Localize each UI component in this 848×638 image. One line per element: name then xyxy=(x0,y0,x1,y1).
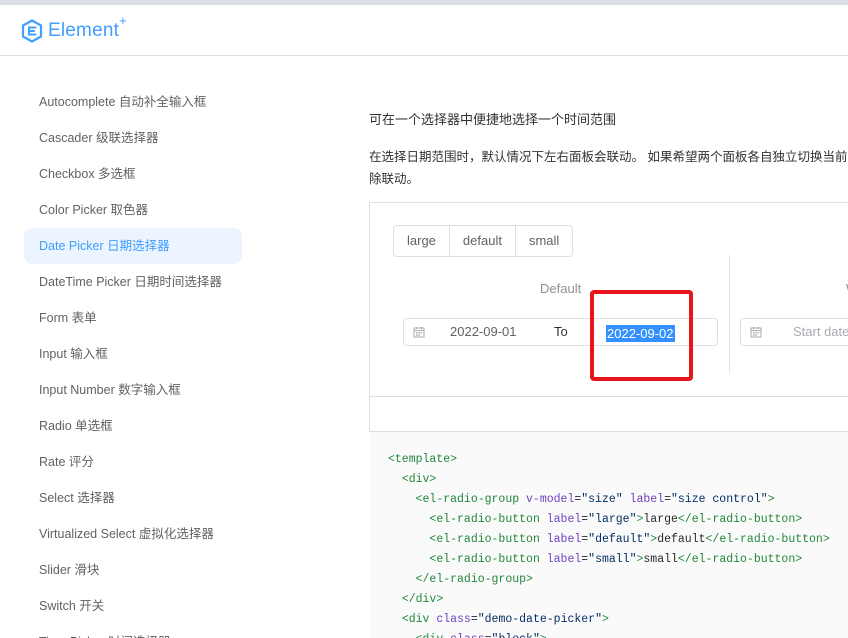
size-radio-large[interactable]: large xyxy=(393,225,450,257)
code-token: = xyxy=(470,613,478,626)
sidebar-item[interactable]: Cascader 级联选择器 xyxy=(24,120,242,156)
sidebar-item[interactable]: Time Picker 时间选择器 xyxy=(24,624,242,638)
sidebar-item[interactable]: Radio 单选框 xyxy=(24,408,242,444)
demo-code-divider xyxy=(370,396,848,397)
code-token: class xyxy=(450,633,485,638)
note-line-2: 除联动。 xyxy=(369,172,420,186)
calendar-icon xyxy=(413,327,425,338)
range-separator: To xyxy=(554,324,568,339)
code-token: label xyxy=(629,493,665,506)
code-token: <div> xyxy=(401,473,437,486)
block-divider xyxy=(729,255,730,373)
sidebar-nav: Autocomplete 自动补全输入框 Cascader 级联选择器 Checkb… xyxy=(0,56,258,638)
code-line: <div class="demo-date-picker"> xyxy=(388,613,609,626)
size-radio-group: large default small xyxy=(393,225,574,257)
code-token: label xyxy=(546,553,582,566)
section-note: 在选择日期范围时，默认情况下左右面板会联动。 如果希望两个面板各自独立切换当前 … xyxy=(369,146,848,190)
code-token: > xyxy=(540,633,547,638)
sidebar-item[interactable]: Date Picker 日期选择器 xyxy=(24,228,242,264)
code-token: <el-radio-button xyxy=(429,553,547,566)
code-line: <el-radio-button label="default">default… xyxy=(388,533,830,546)
code-token: > xyxy=(601,613,609,626)
code-token: label xyxy=(546,513,582,526)
code-token: label xyxy=(546,533,582,546)
code-line: <div> xyxy=(388,473,437,486)
element-logo-icon xyxy=(21,19,43,43)
code-token: small xyxy=(643,553,678,566)
range-start-input[interactable]: 2022-09-01 xyxy=(450,319,517,345)
code-token: = xyxy=(485,633,492,638)
sidebar-item[interactable]: Switch 开关 xyxy=(24,588,242,624)
code-token: </div> xyxy=(401,593,444,606)
note-line-1: 在选择日期范围时，默认情况下左右面板会联动。 如果希望两个面板各自独立切换当前 xyxy=(369,150,848,164)
code-line: </div> xyxy=(388,593,443,606)
sidebar-item[interactable]: Input 输入框 xyxy=(24,336,242,372)
code-token: "default" xyxy=(588,533,651,546)
code-token: <div xyxy=(401,613,437,626)
code-token: "small" xyxy=(588,553,637,566)
calendar-icon xyxy=(750,327,762,338)
code-token: <el-radio-button xyxy=(429,533,547,546)
code-token: <template> xyxy=(388,453,458,466)
code-token: "demo-date-picker" xyxy=(477,613,602,626)
sidebar-item[interactable]: Slider 滑块 xyxy=(24,552,242,588)
code-token: "size control" xyxy=(671,493,768,506)
sidebar-item[interactable]: Select 选择器 xyxy=(24,480,242,516)
date-range-picker-second[interactable]: Start date xyxy=(740,318,848,346)
sidebar-item[interactable]: Autocomplete 自动补全输入框 xyxy=(24,84,242,120)
code-token: <el-radio-button xyxy=(429,513,547,526)
code-token: > xyxy=(767,493,775,506)
code-token: default xyxy=(657,533,706,546)
highlight-annotation-box xyxy=(590,290,693,381)
sidebar-item[interactable]: Checkbox 多选框 xyxy=(24,156,242,192)
code-line: <el-radio-group v-model="size" label="si… xyxy=(388,493,775,506)
sidebar-item[interactable]: Virtualized Select 虚拟化选择器 xyxy=(24,516,242,552)
code-line: <el-radio-button label="small">small</el… xyxy=(388,553,802,566)
code-line: <template> xyxy=(388,453,457,466)
code-line: <el-radio-button label="large">large</el… xyxy=(388,513,802,526)
logo-text: Element+ xyxy=(48,13,127,41)
site-header: Element+ xyxy=(0,5,848,56)
sidebar-item[interactable]: Color Picker 取色器 xyxy=(24,192,242,228)
code-token: "large" xyxy=(588,513,637,526)
code-token: "block" xyxy=(492,633,540,638)
sidebar-item[interactable]: Rate 评分 xyxy=(24,444,242,480)
code-token: <div xyxy=(416,633,451,638)
code-token: large xyxy=(643,513,678,526)
code-token: </el-radio-button> xyxy=(677,553,803,566)
code-token: class xyxy=(436,613,471,626)
code-token: </el-radio-button> xyxy=(677,513,803,526)
code-token: = xyxy=(664,493,671,506)
code-token: </el-radio-group> xyxy=(415,573,533,586)
code-token: v-model xyxy=(526,493,575,506)
sidebar-item[interactable]: Form 表单 xyxy=(24,300,242,336)
code-block: <template> <div> <el-radio-group v-model… xyxy=(369,432,848,638)
code-line: <div class="block"> xyxy=(388,633,547,638)
size-radio-default[interactable]: default xyxy=(448,225,516,257)
code-token: </el-radio-button> xyxy=(705,533,830,546)
code-token: <el-radio-group xyxy=(415,493,527,506)
sidebar-item[interactable]: DateTime Picker 日期时间选择器 xyxy=(24,264,242,300)
sidebar-item[interactable]: Input Number 数字输入框 xyxy=(24,372,242,408)
size-radio-small[interactable]: small xyxy=(514,225,574,257)
code-token: "size" xyxy=(581,493,623,506)
section-description: 可在一个选择器中便捷地选择一个时间范围 xyxy=(369,112,617,127)
block-title-default: Default xyxy=(540,281,582,296)
logo[interactable]: Element+ xyxy=(21,13,127,43)
range-start-placeholder[interactable]: Start date xyxy=(793,319,848,345)
code-line: </el-radio-group> xyxy=(388,573,533,586)
